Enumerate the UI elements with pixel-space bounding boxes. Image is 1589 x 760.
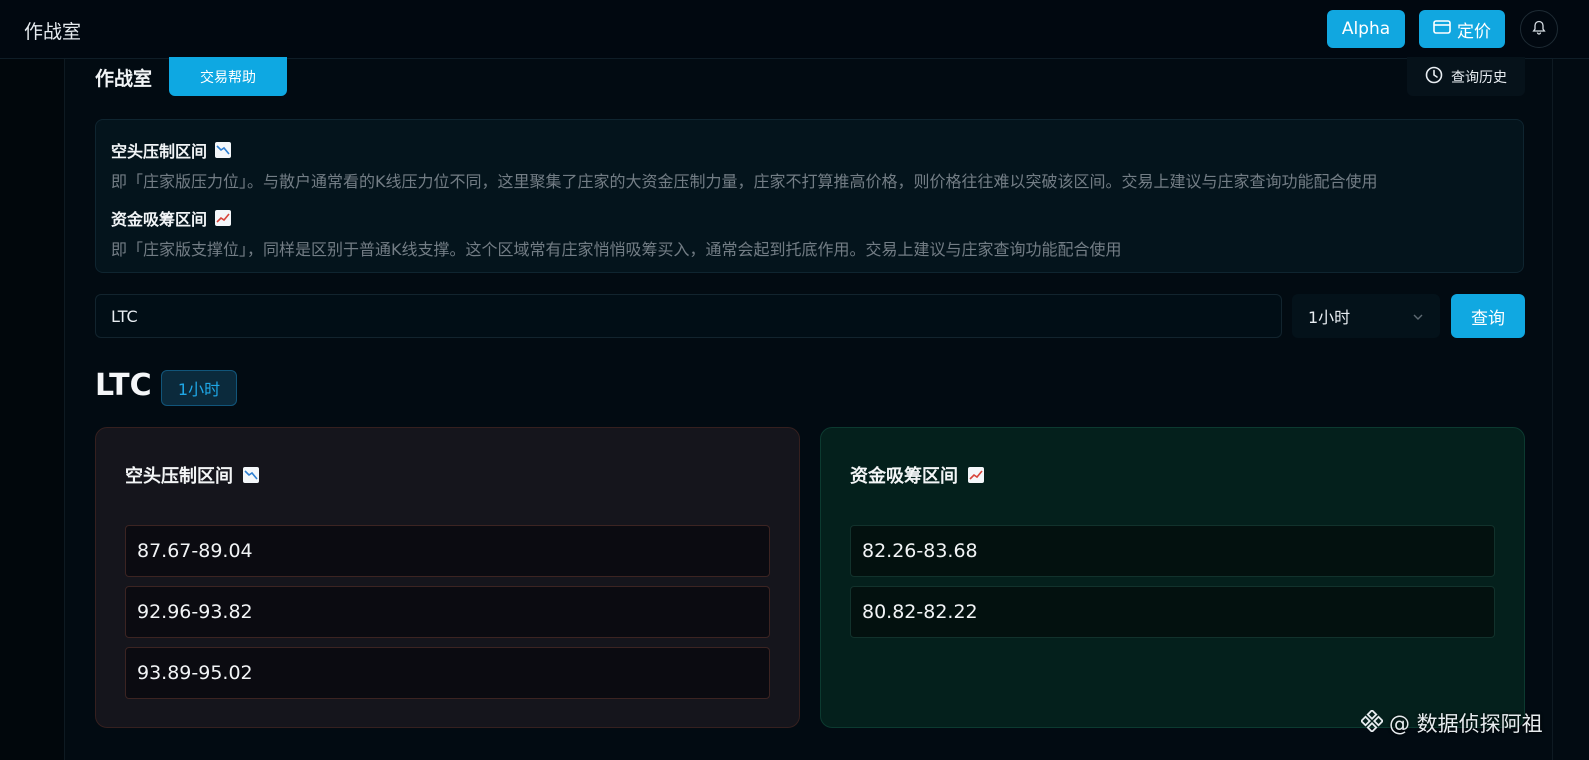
support-info-description: 即「庄家版支撑位」，同样是区别于普通K线支撑。这个区域常有庄家悄悄吸筹买入，通常… bbox=[111, 240, 1122, 259]
support-info-title: 资金吸筹区间 bbox=[111, 210, 208, 229]
resistance-card-heading: 空头压制区间 bbox=[125, 462, 259, 488]
info-explanation-box: 空头压制区间 即「庄家版压力位」。与散户通常看的K线压力位不同，这里聚集了庄家的… bbox=[95, 119, 1524, 273]
resistance-zone-item: 92.96-93.82 bbox=[125, 586, 770, 638]
resistance-zone-item: 87.67-89.04 bbox=[125, 525, 770, 577]
result-interval-badge: 1小时 bbox=[161, 370, 237, 406]
resistance-info-title: 空头压制区间 bbox=[111, 142, 208, 161]
watermark-text: @ 数据侦探阿祖 bbox=[1389, 712, 1543, 736]
zone-range: 93.89-95.02 bbox=[137, 662, 253, 684]
pricing-button[interactable]: 定价 bbox=[1419, 10, 1505, 48]
query-history-button[interactable]: 查询历史 bbox=[1407, 57, 1525, 96]
support-zone-item: 82.26-83.68 bbox=[850, 525, 1495, 577]
chart-increasing-icon bbox=[968, 467, 984, 483]
query-history-label: 查询历史 bbox=[1451, 69, 1507, 86]
clock-icon bbox=[1425, 66, 1443, 88]
support-info-heading: 资金吸筹区间 bbox=[111, 206, 232, 230]
right-divider bbox=[1552, 59, 1553, 760]
interval-select[interactable]: 1小时 bbox=[1292, 294, 1440, 338]
trading-help-label: 交易帮助 bbox=[200, 69, 256, 86]
zone-range: 92.96-93.82 bbox=[137, 601, 253, 623]
result-symbol: LTC bbox=[95, 368, 152, 403]
support-zone-card: 资金吸筹区间 82.26-83.68 80.82-82.22 bbox=[820, 427, 1525, 728]
chart-increasing-icon bbox=[215, 210, 232, 226]
trading-help-button[interactable]: 交易帮助 bbox=[169, 57, 287, 96]
support-card-title: 资金吸筹区间 bbox=[850, 466, 958, 487]
symbol-search-input[interactable]: LTC bbox=[95, 294, 1282, 338]
alpha-button[interactable]: Alpha bbox=[1327, 10, 1405, 48]
binance-icon bbox=[1359, 708, 1385, 737]
chart-decreasing-icon bbox=[243, 467, 259, 483]
support-zone-item: 80.82-82.22 bbox=[850, 586, 1495, 638]
query-button[interactable]: 查询 bbox=[1451, 294, 1525, 338]
alpha-button-label: Alpha bbox=[1341, 19, 1391, 39]
card-icon bbox=[1433, 19, 1451, 39]
resistance-zone-card: 空头压制区间 87.67-89.04 92.96-93.82 93.89-95.… bbox=[95, 427, 800, 728]
interval-select-value: 1小时 bbox=[1308, 308, 1351, 327]
chevron-down-icon bbox=[1412, 308, 1424, 327]
zone-range: 82.26-83.68 bbox=[862, 540, 978, 562]
top-navbar: 作战室 Alpha 定价 bbox=[0, 0, 1589, 59]
resistance-info-description: 即「庄家版压力位」。与散户通常看的K线压力位不同，这里聚集了庄家的大资金压制力量… bbox=[111, 172, 1378, 191]
notifications-button[interactable] bbox=[1520, 10, 1558, 48]
page-title: 作战室 bbox=[95, 68, 153, 90]
pricing-button-label: 定价 bbox=[1457, 21, 1491, 42]
bell-icon bbox=[1532, 20, 1546, 39]
chart-decreasing-icon bbox=[215, 142, 232, 158]
zone-range: 87.67-89.04 bbox=[137, 540, 253, 562]
watermark: @ 数据侦探阿祖 bbox=[1359, 708, 1543, 738]
app-title: 作战室 bbox=[24, 21, 82, 43]
symbol-search-value: LTC bbox=[111, 306, 138, 326]
resistance-card-title: 空头压制区间 bbox=[125, 466, 233, 487]
resistance-zone-item: 93.89-95.02 bbox=[125, 647, 770, 699]
resistance-info-heading: 空头压制区间 bbox=[111, 138, 232, 162]
query-button-label: 查询 bbox=[1471, 308, 1505, 329]
left-gutter bbox=[0, 59, 65, 760]
zone-range: 80.82-82.22 bbox=[862, 601, 978, 623]
support-card-heading: 资金吸筹区间 bbox=[850, 462, 984, 488]
